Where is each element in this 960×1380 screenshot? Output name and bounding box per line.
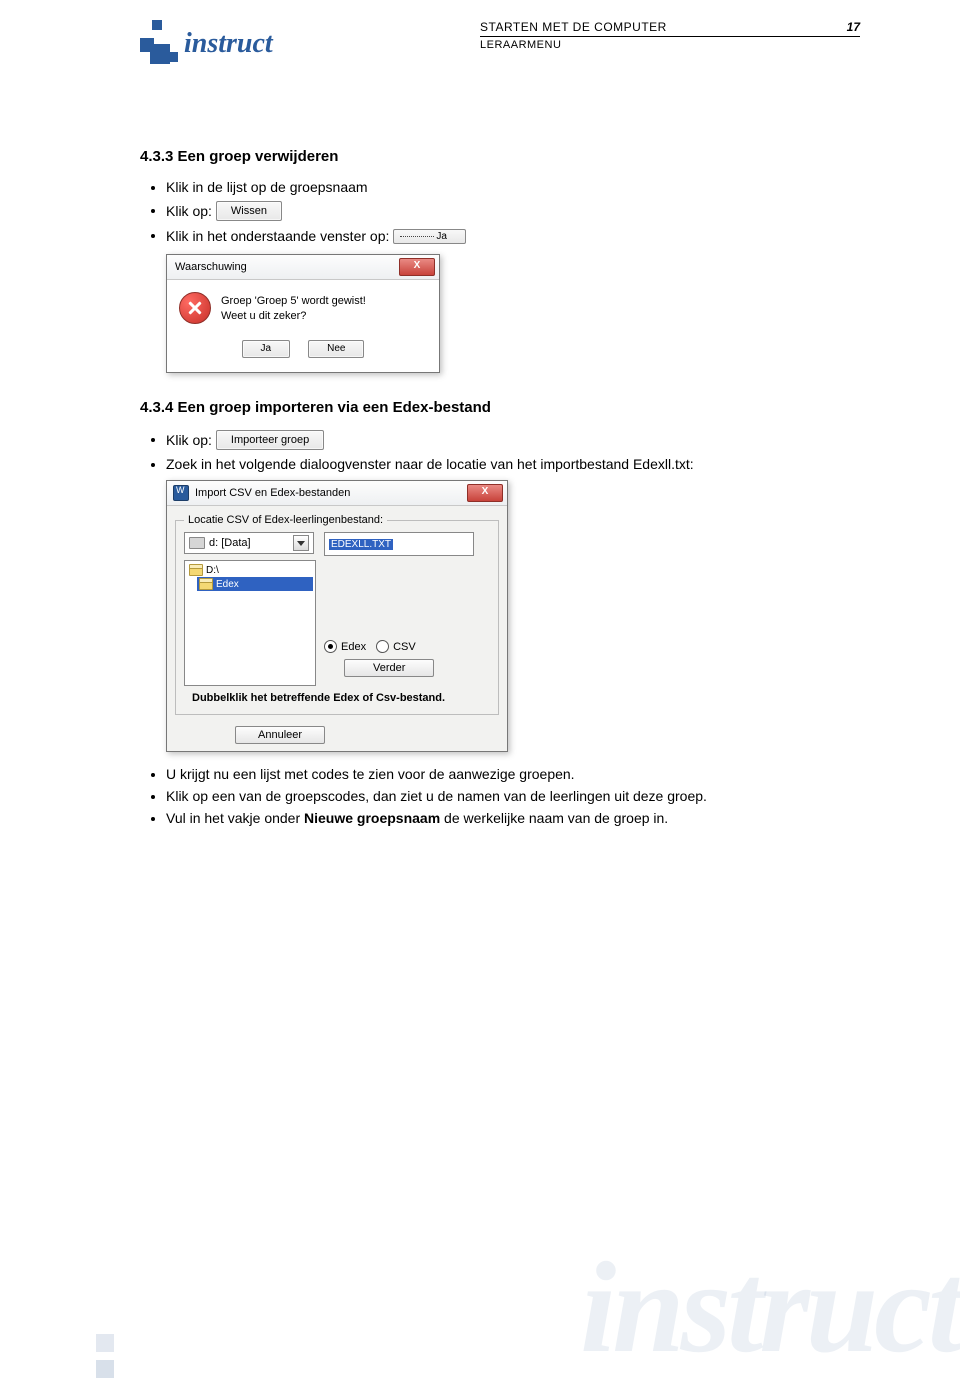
error-icon xyxy=(179,292,211,324)
folder-open-icon xyxy=(189,564,203,576)
importeer-groep-button[interactable]: Importeer groep xyxy=(216,430,324,450)
section-434-list: Klik op: Importeer groep Zoek in het vol… xyxy=(166,430,860,472)
dialog-titlebar: Import CSV en Edex-bestanden X xyxy=(167,481,507,506)
radio-label: Edex xyxy=(341,641,366,653)
radio-icon xyxy=(324,640,337,653)
folder-open-icon xyxy=(199,578,213,590)
list-item: Klik in de lijst op de groepsnaam xyxy=(166,179,860,195)
text: U krijgt nu een lijst met codes te zien … xyxy=(166,766,575,782)
text: Klik in de lijst op de groepsnaam xyxy=(166,179,368,195)
file-list[interactable]: EDEXLL.TXT xyxy=(324,532,474,556)
radio-csv[interactable]: CSV xyxy=(376,640,416,653)
format-radios: Edex CSV xyxy=(324,640,474,653)
app-icon xyxy=(173,485,189,501)
list-item: Zoek in het volgende dialoogvenster naar… xyxy=(166,456,860,472)
page-header: instruct STARTEN MET DE COMPUTER 17 LERA… xyxy=(140,20,860,68)
watermark-block-icon xyxy=(96,1334,114,1352)
doc-title: STARTEN MET DE COMPUTER xyxy=(480,20,667,34)
drive-icon xyxy=(189,537,205,549)
logo-text: instruct xyxy=(184,28,273,60)
dialog-titlebar: Waarschuwing X xyxy=(167,255,439,280)
logo: instruct xyxy=(140,20,273,68)
drive-label: d: [Data] xyxy=(209,537,251,549)
drive-select[interactable]: d: [Data] xyxy=(184,532,314,554)
text: de werkelijke naam van de groep in. xyxy=(440,810,668,826)
text: Klik op: xyxy=(166,203,212,219)
dialog-message: Groep 'Groep 5' wordt gewist! Weet u dit… xyxy=(221,294,366,324)
section-434-after-list: U krijgt nu een lijst met codes te zien … xyxy=(166,766,860,826)
folder-tree[interactable]: D:\ Edex xyxy=(184,560,316,686)
list-item: Klik op: Importeer groep xyxy=(166,430,860,450)
section-433-heading: 4.3.3 Een groep verwijderen xyxy=(140,148,860,165)
text: Klik op: xyxy=(166,432,212,448)
text: D:\ xyxy=(206,565,219,576)
watermark-text: instruct xyxy=(580,1256,960,1360)
close-icon[interactable]: X xyxy=(399,258,435,276)
ja-button[interactable]: Ja xyxy=(242,340,291,358)
text: Vul in het vakje onder xyxy=(166,810,304,826)
section-434-heading: 4.3.4 Een groep importeren via een Edex-… xyxy=(140,399,860,416)
fieldset-legend: Locatie CSV of Edex-leerlingenbestand: xyxy=(184,514,387,526)
list-item: U krijgt nu een lijst met codes te zien … xyxy=(166,766,860,782)
tree-row[interactable]: D:\ xyxy=(187,563,313,577)
list-item: Klik in het onderstaande venster op: Ja xyxy=(166,227,860,244)
warning-dialog: Waarschuwing X Groep 'Groep 5' wordt gew… xyxy=(166,254,440,373)
dialog-title: Import CSV en Edex-bestanden xyxy=(195,487,350,499)
list-item: Klik op een van de groepscodes, dan ziet… xyxy=(166,788,860,804)
radio-icon xyxy=(376,640,389,653)
text: Edex xyxy=(216,579,239,590)
nee-button[interactable]: Nee xyxy=(308,340,364,358)
text: Klik in het onderstaande venster op: xyxy=(166,228,389,244)
logo-mark-icon xyxy=(140,20,176,68)
doc-subtitle: LERAARMENU xyxy=(480,39,860,51)
text: Groep 'Groep 5' wordt gewist! xyxy=(221,294,366,308)
radio-edex[interactable]: Edex xyxy=(324,640,366,653)
dialog-actions: Ja Nee xyxy=(167,332,439,372)
hint-text: Dubbelklik het betreffende Edex of Csv-b… xyxy=(192,692,490,704)
ja-inline-button[interactable]: Ja xyxy=(393,229,466,244)
radio-label: CSV xyxy=(393,641,416,653)
dialog-title: Waarschuwing xyxy=(175,261,247,273)
close-icon[interactable]: X xyxy=(467,484,503,502)
import-dialog: Import CSV en Edex-bestanden X Locatie C… xyxy=(166,480,508,752)
list-item: Klik op: Wissen xyxy=(166,201,860,221)
verder-button[interactable]: Verder xyxy=(344,659,434,677)
annuleer-button[interactable]: Annuleer xyxy=(235,726,325,744)
list-item: Vul in het vakje onder Nieuwe groepsnaam… xyxy=(166,810,860,826)
location-fieldset: Locatie CSV of Edex-leerlingenbestand: d… xyxy=(175,514,499,715)
page-number: 17 xyxy=(847,20,860,34)
tree-row-selected[interactable]: Edex xyxy=(197,577,313,591)
text: Weet u dit zeker? xyxy=(221,309,366,323)
chevron-down-icon[interactable] xyxy=(293,535,309,551)
section-433-list: Klik in de lijst op de groepsnaam Klik o… xyxy=(166,179,860,244)
text: Zoek in het volgende dialoogvenster naar… xyxy=(166,456,694,472)
wissen-button[interactable]: Wissen xyxy=(216,201,282,221)
bold-text: Nieuwe groepsnaam xyxy=(304,810,440,826)
header-meta: STARTEN MET DE COMPUTER 17 LERAARMENU xyxy=(480,20,860,51)
text: Klik op een van de groepscodes, dan ziet… xyxy=(166,788,707,804)
selected-file: EDEXLL.TXT xyxy=(329,539,393,550)
